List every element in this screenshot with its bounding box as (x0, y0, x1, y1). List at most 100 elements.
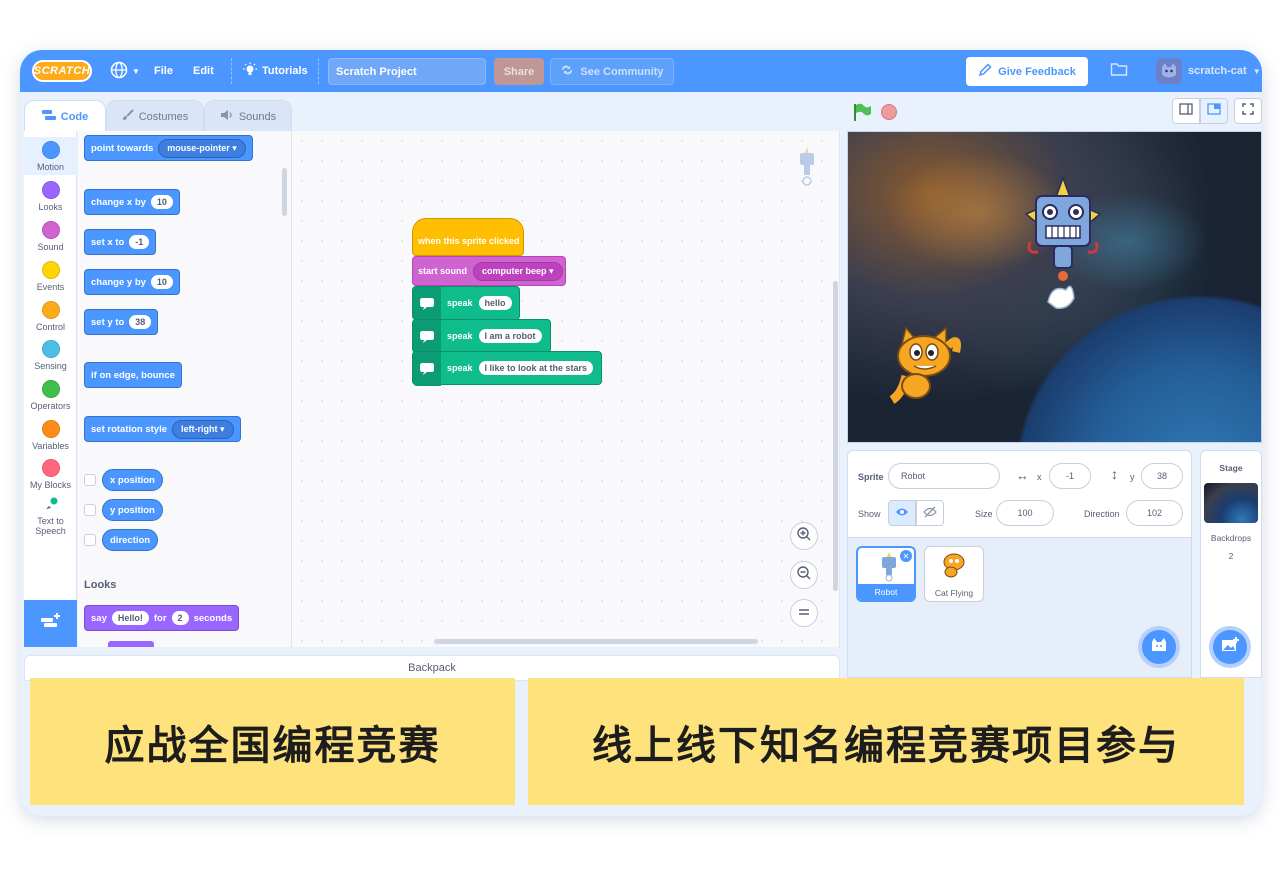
scratch-logo[interactable]: SCRATCH (32, 60, 92, 82)
see-community-label: See Community (580, 65, 664, 78)
green-flag-icon[interactable] (852, 102, 872, 127)
set-x-block[interactable]: set x to -1 (84, 229, 157, 255)
small-stage-button[interactable] (1172, 98, 1200, 124)
change-x-input[interactable]: 10 (150, 195, 173, 209)
see-community-button[interactable]: See Community (550, 58, 674, 85)
fullscreen-button[interactable] (1234, 98, 1262, 124)
sound-dropdown[interactable]: computer beep ▾ (473, 261, 563, 281)
direction-reporter[interactable]: direction (102, 529, 159, 551)
change-y-block[interactable]: change y by 10 (84, 269, 180, 295)
scratch-editor-frame: SCRATCH ▼ File Edit Tutorials Scratch Pr… (20, 50, 1262, 816)
say-for-seconds-block[interactable]: say Hello! for 2 seconds (84, 605, 240, 631)
direction-input[interactable]: 102 (1126, 500, 1183, 526)
give-feedback-button[interactable]: Give Feedback (966, 57, 1088, 86)
category-variables[interactable]: Variables (24, 420, 77, 451)
category-control[interactable]: Control (24, 301, 77, 332)
set-y-block[interactable]: set y to 38 (84, 309, 159, 335)
file-menu[interactable]: File (154, 50, 173, 92)
say-text-input[interactable]: Hello! (111, 611, 149, 625)
zoom-reset-button[interactable] (790, 599, 818, 627)
zoom-in-button[interactable] (790, 522, 818, 550)
set-x-input[interactable]: -1 (129, 235, 150, 249)
show-sprite-button[interactable] (888, 500, 916, 526)
category-my-blocks[interactable]: My Blocks (24, 459, 77, 490)
y-position-reporter[interactable]: y position (102, 499, 163, 521)
category-label: Sound (37, 242, 64, 252)
variables-color-dot (41, 420, 60, 438)
speak-text-input[interactable]: I like to look at the stars (478, 361, 594, 375)
add-backdrop-button[interactable] (1209, 626, 1251, 668)
category-sensing[interactable]: Sensing (24, 340, 77, 371)
point-towards-dropdown[interactable]: mouse-pointer ▾ (158, 138, 246, 158)
zoom-out-button[interactable] (790, 561, 818, 589)
when-sprite-clicked-hat-block[interactable]: when this sprite clicked (412, 218, 524, 256)
change-x-block[interactable]: change x by 10 (84, 189, 180, 215)
sprite-info-panel: Sprite Robot ↔ x -1 ↕ y 38 Show Size 100… (847, 450, 1192, 538)
category-events[interactable]: Events (24, 261, 77, 292)
category-looks[interactable]: Looks (24, 181, 77, 212)
x-position-checkbox[interactable] (84, 474, 96, 486)
palette-scrollbar[interactable] (282, 168, 287, 216)
stage-canvas[interactable] (847, 131, 1262, 443)
tab-sounds[interactable]: Sounds (204, 100, 292, 132)
y-label: y (1130, 472, 1135, 482)
account-menu[interactable]: scratch-cat ▼ (1156, 58, 1261, 84)
direction-label: Direction (1084, 509, 1120, 519)
category-motion[interactable]: Motion (24, 137, 77, 175)
speak-block[interactable]: speak hello (412, 286, 520, 321)
category-operators[interactable]: Operators (24, 380, 77, 411)
script-horizontal-scrollbar[interactable] (434, 639, 758, 644)
tutorials-menu[interactable]: Tutorials (242, 50, 308, 92)
add-extension-button[interactable] (24, 600, 77, 647)
edit-menu[interactable]: Edit (193, 50, 214, 92)
start-sound-block[interactable]: start sound computer beep ▾ (412, 256, 566, 286)
y-position-input[interactable]: 38 (1141, 463, 1183, 489)
block-label: change x by (91, 196, 146, 208)
speaker-icon (220, 109, 234, 124)
direction-checkbox[interactable] (84, 534, 96, 546)
eye-slash-icon (923, 506, 937, 520)
script-vertical-scrollbar[interactable] (833, 281, 838, 591)
category-menu: Motion Looks Sound Events Control Sensin… (24, 131, 77, 647)
set-y-input[interactable]: 38 (129, 315, 152, 329)
script-area[interactable]: when this sprite clicked start sound com… (292, 131, 840, 647)
set-rotation-style-block[interactable]: set rotation style left-right ▾ (84, 416, 241, 442)
bounce-block[interactable]: if on edge, bounce (84, 362, 182, 388)
speak-text-input[interactable]: I am a robot (478, 329, 542, 343)
point-towards-block[interactable]: point towards mouse-pointer ▾ (84, 135, 253, 161)
folder-icon[interactable] (1110, 61, 1128, 80)
category-label: Variables (32, 441, 69, 451)
language-menu[interactable]: ▼ (110, 50, 140, 92)
add-sprite-button[interactable] (1138, 626, 1180, 668)
flying-cat-sprite[interactable] (886, 324, 966, 419)
category-label: Control (35, 322, 65, 332)
x-position-input[interactable]: -1 (1049, 463, 1091, 489)
stop-button[interactable] (881, 104, 897, 120)
rotation-style-dropdown[interactable]: left-right ▾ (172, 419, 234, 439)
change-y-input[interactable]: 10 (150, 275, 173, 289)
block-label: for (153, 612, 167, 624)
sprite-name-input[interactable]: Robot (888, 463, 1000, 489)
category-sound[interactable]: Sound (24, 221, 77, 252)
size-input[interactable]: 100 (996, 500, 1054, 526)
sprite-thumb-robot[interactable]: ✕ Robot (856, 546, 916, 602)
robot-sprite[interactable] (1008, 172, 1118, 327)
tab-code[interactable]: Code (24, 100, 106, 132)
sprite-thumb-cat-flying[interactable]: Cat Flying (924, 546, 984, 602)
say-seconds-input[interactable]: 2 (171, 611, 189, 625)
speak-block[interactable]: speak I like to look at the stars (412, 351, 602, 386)
y-position-checkbox[interactable] (84, 504, 96, 516)
x-position-reporter[interactable]: x position (102, 469, 163, 491)
block-palette: point towards mouse-pointer ▾ change x b… (78, 131, 292, 647)
backdrop-thumbnail (1204, 483, 1258, 523)
tab-costumes[interactable]: Costumes (106, 100, 204, 132)
category-text-to-speech[interactable]: Text to Speech (24, 497, 77, 536)
project-title-input[interactable]: Scratch Project (328, 58, 486, 85)
speak-text-input[interactable]: hello (478, 296, 512, 310)
delete-sprite-icon[interactable]: ✕ (900, 550, 912, 562)
block-label: speak (447, 363, 473, 373)
speak-block[interactable]: speak I am a robot (412, 319, 551, 354)
share-button[interactable]: Share (494, 58, 544, 85)
normal-stage-button[interactable] (1200, 98, 1228, 124)
hide-sprite-button[interactable] (916, 500, 944, 526)
